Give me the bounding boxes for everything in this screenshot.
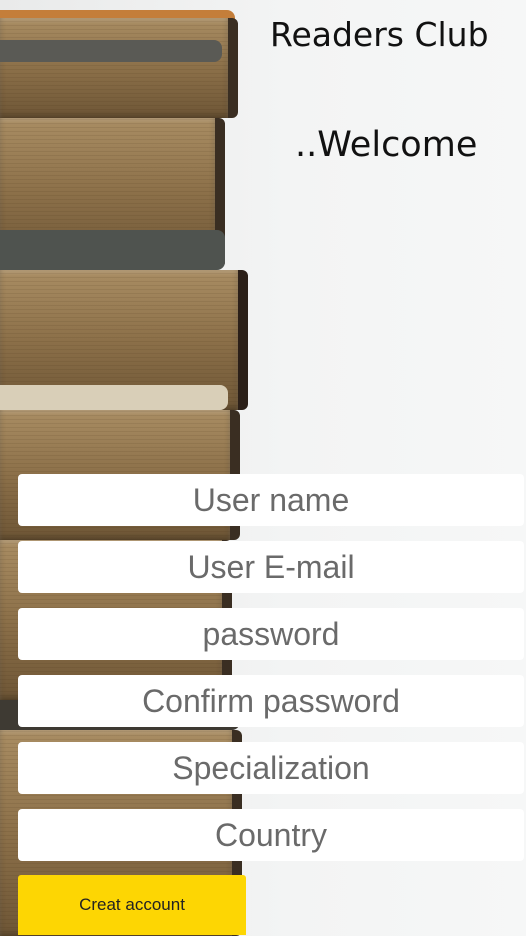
username-input[interactable] — [18, 474, 524, 526]
create-account-button[interactable]: Creat account — [18, 875, 246, 935]
country-input[interactable] — [18, 809, 524, 861]
password-input[interactable] — [18, 608, 524, 660]
specialization-input[interactable] — [18, 742, 524, 794]
book-cover — [0, 230, 225, 270]
book-cover — [0, 385, 228, 410]
signup-screen: Readers Club ..Welcome Creat account — [0, 0, 526, 936]
book-stack-background-image — [0, 0, 260, 936]
welcome-text: ..Welcome — [295, 125, 478, 165]
email-input[interactable] — [18, 541, 524, 593]
book-cover — [0, 40, 222, 62]
app-title: Readers Club — [270, 15, 489, 54]
confirm-password-input[interactable] — [18, 675, 524, 727]
book — [0, 18, 238, 118]
